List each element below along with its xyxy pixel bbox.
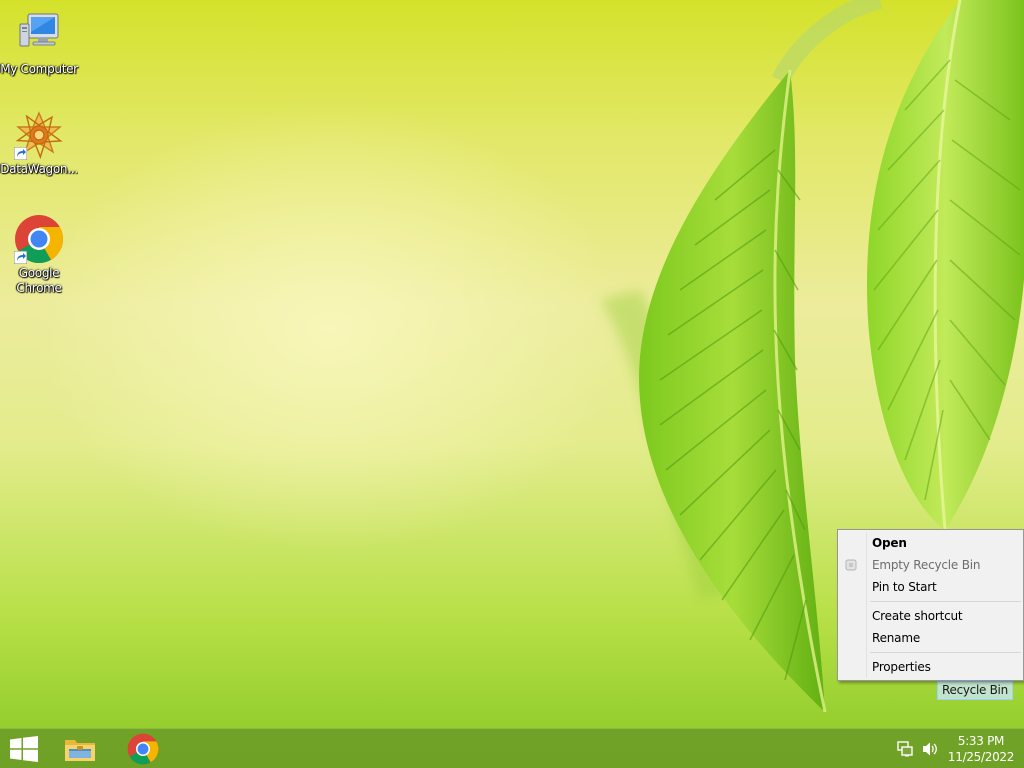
menu-item-label: Pin to Start bbox=[872, 580, 937, 594]
desktop-icon-label: My Computer bbox=[0, 62, 78, 76]
taskbar-clock[interactable]: 5:33 PM 11/25/2022 bbox=[942, 733, 1020, 765]
menu-separator bbox=[870, 601, 1021, 602]
desktop[interactable]: My Computer DataWagon... Google Chrome R… bbox=[0, 0, 1024, 768]
clock-date: 11/25/2022 bbox=[947, 750, 1015, 764]
start-button[interactable] bbox=[0, 729, 48, 768]
desktop-icon-recycle-bin[interactable]: Recycle Bin bbox=[937, 681, 1013, 700]
desktop-icon-my-computer[interactable]: My Computer bbox=[0, 10, 78, 77]
taskbar-file-explorer-button[interactable] bbox=[56, 729, 104, 768]
menu-item-create-shortcut[interactable]: Create shortcut bbox=[838, 605, 1023, 627]
desktop-icon-label: Google Chrome bbox=[16, 266, 62, 295]
desktop-icon-datawagon[interactable]: DataWagon... bbox=[0, 110, 78, 177]
chrome-icon bbox=[127, 733, 159, 765]
menu-item-open[interactable]: Open bbox=[838, 532, 1023, 554]
menu-item-empty-recycle-bin[interactable]: Empty Recycle Bin bbox=[838, 554, 1023, 576]
menu-separator bbox=[870, 652, 1021, 653]
taskbar-chrome-button[interactable] bbox=[119, 729, 167, 768]
menu-item-properties[interactable]: Properties bbox=[838, 656, 1023, 678]
menu-item-label: Rename bbox=[872, 631, 921, 645]
menu-item-label: Create shortcut bbox=[872, 609, 963, 623]
menu-item-label: Properties bbox=[872, 660, 931, 674]
shortcut-arrow-icon bbox=[14, 251, 27, 264]
windows-logo-icon bbox=[10, 736, 38, 762]
taskbar: 5:33 PM 11/25/2022 bbox=[0, 728, 1024, 768]
desktop-icon-google-chrome[interactable]: Google Chrome bbox=[0, 214, 78, 296]
shortcut-arrow-icon bbox=[14, 147, 27, 160]
empty-recycle-bin-icon bbox=[845, 559, 857, 571]
menu-item-label: Open bbox=[872, 536, 907, 550]
menu-item-label: Empty Recycle Bin bbox=[872, 558, 981, 572]
my-computer-icon bbox=[19, 13, 59, 47]
desktop-icon-label: DataWagon... bbox=[0, 162, 78, 176]
context-menu: Open Empty Recycle Bin Pin to Start Crea… bbox=[837, 529, 1024, 681]
file-explorer-icon bbox=[65, 740, 95, 761]
network-icon[interactable] bbox=[897, 741, 915, 757]
clock-time: 5:33 PM bbox=[957, 734, 1005, 748]
desktop-icon-label: Recycle Bin bbox=[942, 683, 1008, 697]
volume-icon[interactable] bbox=[921, 741, 939, 757]
menu-item-pin-to-start[interactable]: Pin to Start bbox=[838, 576, 1023, 598]
menu-item-rename[interactable]: Rename bbox=[838, 627, 1023, 649]
